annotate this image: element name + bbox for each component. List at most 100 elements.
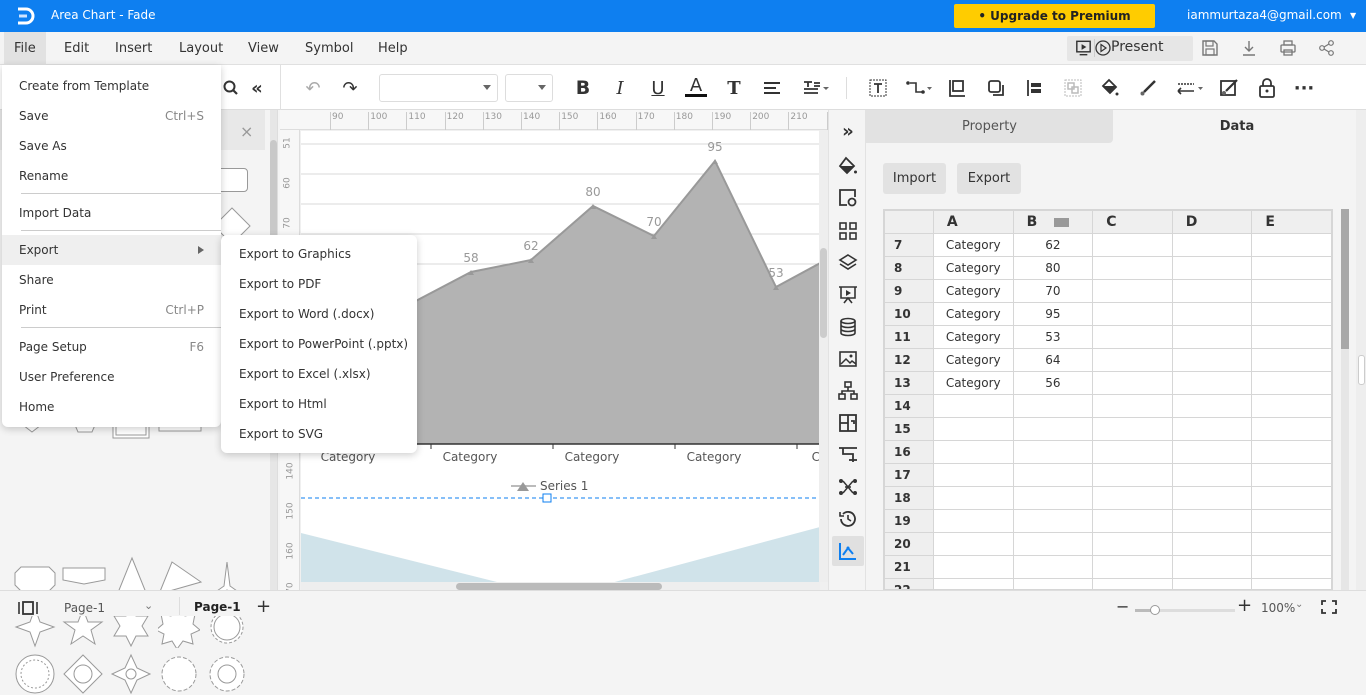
line-style-icon[interactable] — [1175, 77, 1205, 99]
connector-icon[interactable] — [905, 77, 933, 99]
export-menu-item-export-to-powerpoint-pptx[interactable]: Export to PowerPoint (.pptx) — [221, 329, 417, 359]
cell-e[interactable] — [1251, 555, 1332, 579]
cell-b[interactable]: 80 — [1012, 256, 1094, 280]
page-view-icon[interactable] — [18, 601, 38, 615]
cell-c[interactable] — [1092, 256, 1173, 280]
shadow-icon[interactable] — [985, 77, 1007, 99]
layers-icon[interactable] — [837, 252, 859, 274]
cell-d[interactable] — [1171, 486, 1253, 510]
page-select[interactable]: Page-1 — [64, 601, 105, 615]
menu-file[interactable]: File — [4, 32, 46, 65]
zoom-in-icon[interactable]: + — [1237, 595, 1252, 616]
italic-icon[interactable]: I — [609, 77, 631, 99]
align-icon[interactable] — [761, 77, 783, 99]
export-menu-item-export-to-svg[interactable]: Export to SVG — [221, 419, 417, 449]
menu-insert[interactable]: Insert — [105, 32, 162, 65]
group-icon[interactable] — [1062, 77, 1084, 99]
cell-a[interactable]: Category — [932, 256, 1014, 280]
export-button[interactable]: Export — [957, 163, 1021, 194]
scroll-thumb[interactable] — [456, 583, 662, 590]
diamond-ring-icon[interactable] — [62, 653, 104, 695]
cell-a[interactable]: Category — [932, 325, 1014, 349]
cell-b[interactable] — [1012, 463, 1094, 487]
scroll-thumb[interactable] — [1358, 355, 1365, 385]
cell-b[interactable]: 95 — [1012, 302, 1094, 326]
history-icon[interactable] — [837, 508, 859, 530]
cell-e[interactable] — [1251, 256, 1332, 280]
data-grid[interactable]: A B C D E 7 Category 62 8 Category 80 9 Categor… — [883, 209, 1333, 590]
frame-icon[interactable] — [946, 77, 968, 99]
cell-d[interactable] — [1171, 302, 1253, 326]
expand-icon[interactable]: » — [837, 120, 859, 142]
cell-e[interactable] — [1251, 233, 1332, 257]
collapse-panel-icon[interactable]: « — [246, 77, 268, 99]
org-chart-icon[interactable] — [837, 380, 859, 402]
cell-c[interactable] — [1092, 279, 1173, 303]
lock-icon[interactable] — [1256, 77, 1278, 99]
upgrade-button[interactable]: • Upgrade to Premium Version — [954, 4, 1155, 47]
file-menu-item-export[interactable]: Export — [2, 235, 221, 265]
file-menu-item-print[interactable]: Print Ctrl+P — [2, 295, 221, 325]
banner-shape-icon[interactable] — [61, 566, 107, 586]
gear-ring-icon[interactable] — [206, 653, 248, 695]
cell-d[interactable] — [1171, 279, 1253, 303]
chart-icon[interactable] — [832, 536, 864, 566]
caret-down-icon[interactable]: ▼ — [1350, 11, 1356, 20]
cell-b[interactable]: 56 — [1012, 371, 1094, 395]
page-tab[interactable]: Page-1 — [194, 600, 241, 614]
cell-b[interactable] — [1012, 509, 1094, 533]
file-menu-item-user-preference[interactable]: User Preference — [2, 362, 221, 392]
file-menu-item-save-as[interactable]: Save As — [2, 131, 221, 161]
tab-property[interactable]: Property — [866, 110, 1113, 143]
cell-e[interactable] — [1251, 394, 1332, 418]
cell-b[interactable] — [1012, 417, 1094, 441]
scroll-thumb[interactable] — [1341, 209, 1349, 349]
close-icon[interactable]: × — [240, 122, 253, 141]
menu-edit[interactable]: Edit — [54, 32, 99, 65]
page-settings-icon[interactable] — [837, 187, 859, 209]
cell-c[interactable] — [1092, 509, 1173, 533]
seal-shape-icon[interactable] — [14, 653, 56, 695]
cell-e[interactable] — [1251, 578, 1332, 589]
grid-icon[interactable] — [837, 220, 859, 242]
menu-view[interactable]: View — [238, 32, 289, 65]
cell-e[interactable] — [1251, 532, 1332, 556]
cell-d[interactable] — [1171, 463, 1253, 487]
search-icon[interactable] — [220, 77, 242, 99]
file-menu-item-page-setup[interactable]: Page Setup F6 — [2, 332, 221, 362]
fill-bucket-icon[interactable] — [837, 155, 859, 177]
cell-a[interactable] — [932, 463, 1014, 487]
cell-c[interactable] — [1092, 371, 1173, 395]
user-account[interactable]: iammurtaza4@gmail.com — [1187, 8, 1342, 22]
pen-icon[interactable] — [1137, 77, 1159, 99]
image-icon[interactable] — [837, 348, 859, 370]
cell-e[interactable] — [1251, 440, 1332, 464]
cell-d[interactable] — [1171, 532, 1253, 556]
cell-a[interactable]: Category — [932, 348, 1014, 372]
export-menu-item-export-to-graphics[interactable]: Export to Graphics — [221, 239, 417, 269]
cell-a[interactable]: Category — [932, 302, 1014, 326]
cell-a[interactable]: Category — [932, 279, 1014, 303]
present-button[interactable]: Present — [1111, 39, 1164, 55]
menu-symbol[interactable]: Symbol — [295, 32, 363, 65]
export-menu-item-export-to-word-docx[interactable]: Export to Word (.docx) — [221, 299, 417, 329]
cell-c[interactable] — [1092, 486, 1173, 510]
file-menu-item-home[interactable]: Home — [2, 392, 221, 422]
slideshow-icon[interactable] — [1073, 39, 1095, 57]
export-menu-item-export-to-html[interactable]: Export to Html — [221, 389, 417, 419]
cell-a[interactable]: Category — [932, 233, 1014, 257]
file-menu-item-share[interactable]: Share — [2, 265, 221, 295]
bold-icon[interactable]: B — [572, 77, 594, 99]
edit-shape-icon[interactable] — [1218, 77, 1240, 99]
database-icon[interactable] — [837, 316, 859, 338]
cell-e[interactable] — [1251, 325, 1332, 349]
cell-e[interactable] — [1251, 348, 1332, 372]
cell-c[interactable] — [1092, 555, 1173, 579]
cell-e[interactable] — [1251, 302, 1332, 326]
zoom-out-icon[interactable]: − — [1116, 597, 1129, 616]
share-icon[interactable] — [1317, 38, 1337, 58]
gear-shape-icon[interactable] — [158, 653, 200, 695]
cell-d[interactable] — [1171, 578, 1253, 589]
cell-c[interactable] — [1092, 348, 1173, 372]
line-spacing-icon[interactable] — [802, 77, 830, 99]
